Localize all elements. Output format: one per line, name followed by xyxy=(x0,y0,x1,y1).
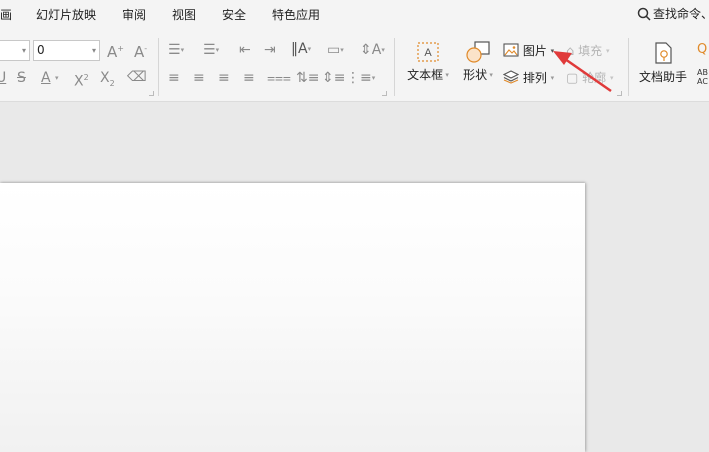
doc-assistant-button[interactable]: 文档助手 xyxy=(636,41,690,85)
font-color-icon[interactable]: A ▾ xyxy=(41,70,59,86)
shape-icon xyxy=(466,41,490,63)
chevron-down-icon: ▾ xyxy=(21,46,26,55)
outline-button[interactable]: ▢ 轮廓 ▾ xyxy=(566,69,613,86)
spellcheck-icon[interactable]: AB AC xyxy=(697,68,708,86)
text-direction-icon[interactable]: ‖A▾ xyxy=(291,41,311,57)
underline-icon[interactable]: U xyxy=(0,70,6,86)
menu-item-review[interactable]: 审阅 xyxy=(122,6,146,23)
menu-item-view[interactable]: 视图 xyxy=(172,6,196,23)
column-icon[interactable]: ⇕≡ xyxy=(322,70,345,86)
textbox-label: 文本框 xyxy=(407,68,444,82)
shape-button[interactable]: 形状 ▾ xyxy=(458,41,498,83)
outline-label: 轮廓 xyxy=(582,71,607,85)
increase-font-icon[interactable]: A+ xyxy=(107,41,124,60)
distribute-icon[interactable]: ⩶ xyxy=(267,70,291,86)
doc-assistant-label: 文档助手 xyxy=(638,70,687,84)
strikethrough-icon[interactable]: S xyxy=(17,70,26,86)
menu-item-animation[interactable]: 画 xyxy=(0,6,12,23)
insert-dialog-launcher[interactable] xyxy=(617,91,622,96)
superscript-icon[interactable]: X2 xyxy=(74,70,89,90)
align-text-icon[interactable]: ▭▾ xyxy=(327,42,344,58)
decrease-font-icon[interactable]: A- xyxy=(134,41,147,60)
document-icon xyxy=(655,42,672,64)
eraser-icon[interactable]: ⌫ xyxy=(127,69,147,85)
command-search[interactable]: 查找命令、 xyxy=(637,5,709,22)
font-dialog-launcher[interactable] xyxy=(149,91,154,96)
picture-icon xyxy=(503,43,519,57)
svg-text:A: A xyxy=(424,47,432,59)
bullet-list-icon[interactable]: ☰▾ xyxy=(168,42,184,58)
textbox-icon: A xyxy=(417,42,439,62)
paragraph-spacing-icon[interactable]: ⇅≡ xyxy=(296,70,319,86)
decrease-indent-icon[interactable]: ⇤ xyxy=(239,42,251,58)
separator xyxy=(628,38,629,96)
fill-button[interactable]: ⌂ 填充 ▾ xyxy=(566,42,609,59)
search-icon xyxy=(637,7,651,21)
numbered-list-icon[interactable]: ☰▾ xyxy=(203,42,219,58)
menu-item-special[interactable]: 特色应用 xyxy=(272,6,320,23)
picture-label: 图片 xyxy=(522,44,547,58)
font-size-combo[interactable]: 0 ▾ xyxy=(33,40,100,61)
textbox-button[interactable]: A 文本框 ▾ xyxy=(403,41,453,83)
align-center-icon[interactable]: ≡ xyxy=(193,70,205,86)
arrange-button[interactable]: 排列 ▾ xyxy=(502,69,554,86)
subscript-icon[interactable]: X2 xyxy=(100,70,115,92)
font-name-combo[interactable]: ▾ xyxy=(0,40,30,61)
increase-indent-icon[interactable]: ⇥ xyxy=(264,42,276,58)
font-size-value: 0 xyxy=(37,43,45,57)
chevron-down-icon: ▾ xyxy=(91,46,96,55)
fill-label: 填充 xyxy=(578,44,603,58)
fill-bucket-icon: ⌂ xyxy=(566,44,575,59)
paragraph-dialog-launcher[interactable] xyxy=(382,91,387,96)
chevron-down-icon[interactable]: ▾ xyxy=(551,47,555,55)
slide-canvas[interactable] xyxy=(0,183,585,452)
separator xyxy=(158,38,159,96)
justify-icon[interactable]: ≡ xyxy=(243,70,255,86)
line-spacing-icon[interactable]: ⇕A▾ xyxy=(360,42,385,58)
separator xyxy=(394,38,395,96)
outline-icon: ▢ xyxy=(566,71,579,86)
menu-bar: 画 幻灯片放映 审阅 视图 安全 特色应用 查找命令、 xyxy=(0,0,709,28)
arrange-label: 排列 xyxy=(522,71,547,85)
align-left-icon[interactable]: ≡ xyxy=(168,70,180,86)
menu-item-security[interactable]: 安全 xyxy=(222,6,246,23)
align-right-icon[interactable]: ≡ xyxy=(218,70,230,86)
ribbon: ▾ 0 ▾ A+ A- U S A ▾ X2 X2 ⌫ ☰▾ ☰▾ ⇤ ⇥ ‖A… xyxy=(0,28,709,102)
command-search-label: 查找命令、 xyxy=(653,7,709,21)
menu-item-slideshow[interactable]: 幻灯片放映 xyxy=(36,6,96,23)
list-level-icon[interactable]: ⋮≡▾ xyxy=(346,70,375,86)
picture-button[interactable]: 图片 ▾ xyxy=(503,42,554,59)
layers-icon xyxy=(502,70,520,84)
search-replace-icon[interactable]: Q xyxy=(697,42,707,58)
shape-label: 形状 xyxy=(463,68,488,82)
